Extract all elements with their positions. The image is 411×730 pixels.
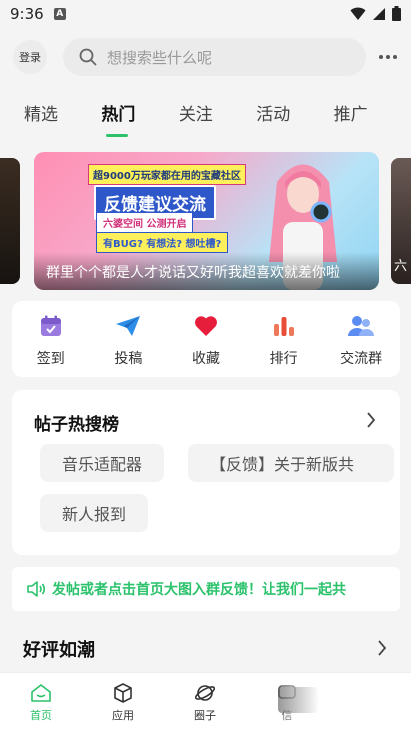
quick-action-ranking[interactable]: 排行 (245, 301, 323, 377)
status-bar: 9:36 A (0, 0, 411, 28)
quick-actions: 签到 投稿 收藏 排行 交流群 (12, 301, 400, 377)
hot-search-chip[interactable]: 【反馈】关于新版共 (188, 444, 395, 482)
battery-icon (392, 6, 401, 21)
banner-next-caption: 六 (393, 259, 407, 274)
banner-top-line: 超9000万玩家都在用的宝藏社区 (88, 164, 246, 185)
quick-action-label: 签到 (36, 351, 65, 367)
hot-search-chip[interactable]: 新人报到 (40, 494, 149, 532)
quick-action-label: 收藏 (191, 351, 220, 367)
nav-label: 应用 (112, 709, 134, 722)
quick-action-submit[interactable]: 投稿 (90, 301, 168, 377)
signal-icon (373, 7, 385, 20)
banner-chip-beta: 六婆空间 公测开启 (96, 212, 194, 233)
heart-icon (193, 313, 219, 339)
tab-following[interactable]: 关注 (179, 100, 256, 144)
quick-action-label: 排行 (269, 351, 298, 367)
search-input[interactable]: 想搜索些什么呢 (63, 38, 366, 76)
hot-search-chip[interactable]: 音乐适配器 (40, 444, 165, 482)
wifi-icon (350, 7, 366, 20)
notification-app-icon: A (53, 8, 66, 20)
login-button[interactable]: 登录 (13, 40, 47, 74)
search-placeholder: 想搜索些什么呢 (107, 48, 213, 67)
nav-label: 首页 (30, 709, 52, 722)
category-tabs: 精选 热门 关注 活动 推广 (0, 100, 411, 144)
announcement-bar[interactable]: 发帖或者点击首页大图入群反馈！让我们一起共 (12, 567, 400, 611)
status-icons (350, 6, 401, 21)
calendar-icon (38, 313, 64, 339)
tab-events[interactable]: 活动 (256, 100, 333, 144)
paper-plane-icon (115, 313, 141, 339)
top-bar: 登录 想搜索些什么呢 (0, 34, 411, 82)
quick-action-favorites[interactable]: 收藏 (167, 301, 245, 377)
tab-promotion[interactable]: 推广 (334, 100, 411, 144)
cube-icon (114, 683, 132, 703)
speaker-icon (27, 581, 46, 597)
nav-label: 圈子 (194, 709, 216, 722)
quick-action-label: 交流群 (340, 351, 383, 367)
quick-action-checkin[interactable]: 签到 (12, 301, 90, 377)
section-title-good-reviews: 好评如潮 (23, 640, 95, 661)
nav-apps[interactable]: 应用 (82, 673, 164, 730)
banner-caption: 群里个个都是人才说话又好听我超喜欢就差你啦 (46, 265, 340, 281)
status-time: 9:36 (10, 5, 44, 23)
ranking-bars-icon (271, 313, 297, 339)
more-dots-icon[interactable] (377, 46, 399, 68)
bottom-navigation: 首页 应用 圈子 信 (0, 672, 411, 730)
nav-circles[interactable]: 圈子 (164, 673, 246, 730)
planet-icon (194, 685, 216, 701)
nav-home[interactable]: 首页 (0, 673, 82, 730)
hot-search-card: 帖子热搜榜 音乐适配器 【反馈】关于新版共 新人报到 (12, 390, 400, 555)
quick-action-label: 投稿 (114, 351, 143, 367)
search-icon (79, 48, 97, 66)
banner-carousel[interactable]: 超9000万玩家都在用的宝藏社区 反馈建议交流 六婆空间 公测开启 有BUG? … (0, 152, 411, 290)
tab-hot[interactable]: 热门 (101, 100, 178, 144)
group-icon (348, 313, 375, 339)
hot-search-title: 帖子热搜榜 (34, 415, 119, 435)
chevron-right-icon[interactable] (366, 412, 376, 428)
chevron-right-icon[interactable] (377, 640, 387, 656)
banner-chip-feedback: 有BUG? 有想法? 想吐槽? (96, 232, 229, 253)
home-icon (31, 684, 51, 702)
tab-featured[interactable]: 精选 (24, 100, 101, 144)
quick-action-groups[interactable]: 交流群 (322, 301, 400, 377)
banner-slide[interactable]: 超9000万玩家都在用的宝藏社区 反馈建议交流 六婆空间 公测开启 有BUG? … (34, 152, 379, 290)
announcement-text: 发帖或者点击首页大图入群反馈！让我们一起共 (52, 582, 346, 598)
banner-prev-slide[interactable] (0, 158, 20, 284)
banner-next-slide[interactable]: 六 (391, 158, 411, 284)
